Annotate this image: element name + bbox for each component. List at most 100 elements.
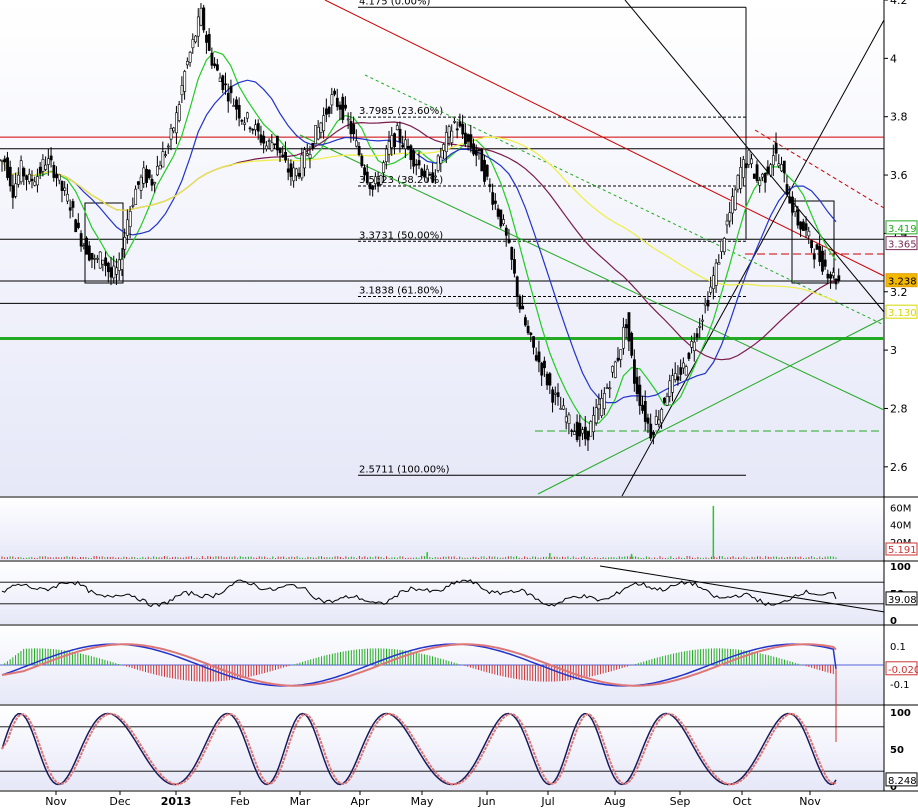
candle-body xyxy=(300,154,304,179)
candle-body xyxy=(444,132,448,153)
rsi-tick-label: 100 xyxy=(890,562,911,573)
candle-body xyxy=(752,173,756,179)
candle-body xyxy=(736,175,740,190)
macd-tick-label: -0.1 xyxy=(890,680,910,691)
candle-body xyxy=(695,333,699,338)
candle-body xyxy=(428,173,432,176)
candle-body xyxy=(327,106,331,114)
candle-body xyxy=(611,365,615,373)
fib-level-label: 3.5623 (38.20%) xyxy=(359,175,443,186)
candle-body xyxy=(79,233,83,247)
candle-body xyxy=(409,145,413,160)
candle-body xyxy=(335,97,339,107)
candle-body xyxy=(210,52,214,66)
candle-body xyxy=(14,183,18,197)
candle-body xyxy=(837,275,841,281)
candle-body xyxy=(608,387,612,390)
price-tick-label: 3.2 xyxy=(890,286,908,299)
candle-body xyxy=(216,64,219,71)
candle-body xyxy=(485,164,489,177)
candle-body xyxy=(240,120,244,122)
stoch-panel-bg xyxy=(0,706,884,790)
candle-body xyxy=(570,430,574,432)
candle-body xyxy=(728,212,732,222)
candle-body xyxy=(207,34,211,51)
candle-body xyxy=(245,112,249,119)
candle-body xyxy=(722,238,726,253)
candle-body xyxy=(338,104,342,110)
candle-body xyxy=(270,142,274,152)
price-tick-label: 3.8 xyxy=(890,111,908,124)
candle-body xyxy=(714,262,718,286)
candle-body xyxy=(464,132,467,144)
candle-body xyxy=(142,167,146,184)
stoch-tick-label: 100 xyxy=(890,708,911,719)
candle-body xyxy=(297,172,301,177)
candle-body xyxy=(799,221,803,230)
candle-body xyxy=(11,185,15,198)
candle-body xyxy=(85,237,88,255)
month-label: Sep xyxy=(670,795,691,808)
fib-level-label: 3.1838 (61.80%) xyxy=(359,285,443,296)
candle-body xyxy=(521,305,525,310)
candle-body xyxy=(698,326,702,328)
time-axis: Nov Dec 2013 Feb Mar Apr May Jun Jul Aug Sep Oct Nov xyxy=(45,791,821,808)
candle-body xyxy=(387,141,391,155)
candle-body xyxy=(483,159,486,182)
candle-body xyxy=(646,417,650,424)
candle-body xyxy=(188,52,192,63)
month-label: May xyxy=(411,795,434,808)
candle-body xyxy=(534,355,538,361)
candle-body xyxy=(109,267,113,278)
candle-body xyxy=(344,104,347,109)
candle-body xyxy=(458,121,462,127)
candle-body xyxy=(589,421,593,437)
candle-body xyxy=(581,429,585,434)
month-label: Jul xyxy=(540,795,554,808)
candle-body xyxy=(25,175,29,180)
candle-body xyxy=(545,373,549,386)
candle-body xyxy=(633,359,636,384)
candle-body xyxy=(281,154,285,158)
candle-body xyxy=(134,188,138,205)
candle-body xyxy=(518,296,522,310)
candle-body xyxy=(254,124,257,131)
candle-body xyxy=(376,182,380,187)
candle-body xyxy=(551,389,555,403)
candle-body xyxy=(316,126,320,140)
candle-body xyxy=(60,181,64,191)
candle-body xyxy=(750,158,754,164)
candle-body xyxy=(319,122,323,133)
candle-body xyxy=(785,184,789,195)
candle-body xyxy=(491,192,495,205)
candle-body xyxy=(532,336,535,348)
price-tick-label: 3 xyxy=(890,344,897,357)
candle-body xyxy=(603,393,606,410)
candle-body xyxy=(548,373,552,386)
candle-body xyxy=(761,173,764,178)
candle-body xyxy=(237,105,241,119)
candle-body xyxy=(8,166,12,187)
candle-body xyxy=(104,257,108,267)
candle-body xyxy=(450,130,454,143)
candle-body xyxy=(398,128,402,143)
candle-body xyxy=(284,152,287,161)
candle-body xyxy=(662,397,666,403)
candle-body xyxy=(196,16,200,37)
candle-body xyxy=(690,341,694,348)
candle-body xyxy=(709,286,713,293)
candle-body xyxy=(384,148,388,162)
candle-body xyxy=(504,227,508,236)
candle-body xyxy=(153,182,157,185)
candle-body xyxy=(355,140,358,147)
candle-body xyxy=(622,326,625,349)
candle-body xyxy=(156,166,159,176)
candle-body xyxy=(311,142,315,149)
month-label: Jun xyxy=(477,795,495,808)
candle-body xyxy=(829,274,833,279)
candle-body xyxy=(248,127,252,130)
candle-body xyxy=(733,189,737,210)
value-tag-label: 3.419 xyxy=(888,224,917,235)
candle-body xyxy=(712,275,715,289)
candle-body xyxy=(349,121,353,135)
